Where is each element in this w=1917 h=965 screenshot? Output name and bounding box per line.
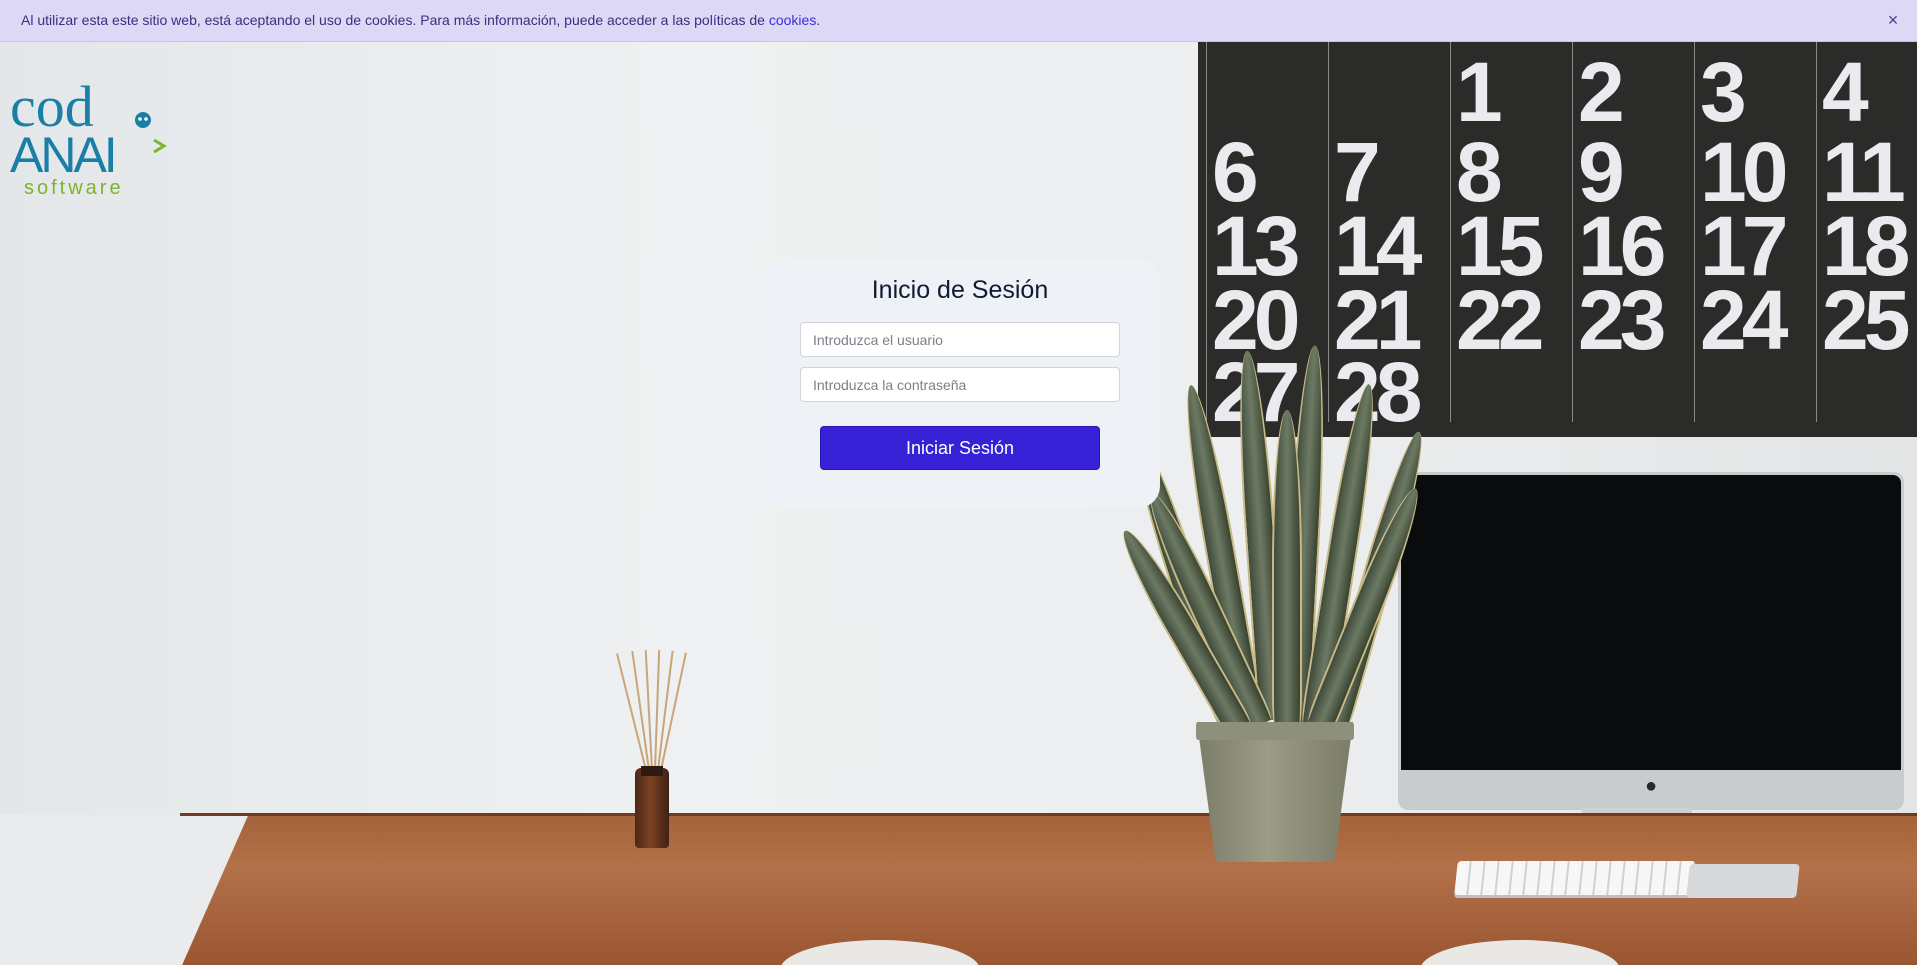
keyboard (1454, 861, 1696, 895)
logo-middle-text: ANAI (10, 127, 115, 183)
plant-pot (1197, 722, 1353, 862)
plant-pot-rim (1196, 722, 1354, 740)
logo-robot-head-icon (135, 112, 151, 128)
calendar-divider (1450, 42, 1451, 422)
cookie-message-suffix: . (816, 12, 821, 28)
codanai-logo: cod ANAI software (8, 68, 168, 199)
calendar-day: 1 (1456, 45, 1503, 139)
diffuser-cap (641, 766, 663, 776)
monitor-screen (1401, 475, 1901, 770)
logo-chevron-icon (153, 138, 167, 154)
calendar-day: 28 (1334, 345, 1422, 439)
close-icon[interactable]: × (1883, 10, 1903, 30)
cookie-message: Al utilizar esta este sitio web, está ac… (21, 12, 820, 28)
calendar-divider (1328, 42, 1329, 422)
calendar-divider (1694, 42, 1695, 422)
logo-bottom-text: software (24, 177, 124, 198)
login-card: Inicio de Sesión Iniciar Sesión (760, 259, 1160, 508)
diffuser-bottle (635, 768, 669, 848)
calendar-divider (1816, 42, 1817, 422)
trackpad (1686, 864, 1800, 898)
calendar-day: 24 (1700, 273, 1788, 367)
cookie-banner: Al utilizar esta este sitio web, está ac… (0, 0, 1917, 42)
calendar-divider (1572, 42, 1573, 422)
calendar-day: 2 (1578, 45, 1625, 139)
password-input[interactable] (800, 367, 1120, 402)
calendar-day: 4 (1822, 45, 1869, 139)
username-input[interactable] (800, 322, 1120, 357)
calendar-day: 25 (1822, 273, 1910, 367)
desk-edge (180, 813, 1917, 816)
cookies-policy-link[interactable]: cookies (769, 12, 816, 28)
apple-logo-icon: ● (1644, 775, 1658, 797)
monitor: ● (1398, 472, 1904, 810)
calendar-day: 23 (1578, 273, 1666, 367)
login-button[interactable]: Iniciar Sesión (820, 426, 1100, 470)
plant-leaf (1272, 410, 1302, 725)
cookie-message-text: Al utilizar esta este sitio web, está ac… (21, 12, 769, 28)
calendar-day: 3 (1700, 45, 1747, 139)
login-title: Inicio de Sesión (871, 276, 1049, 304)
calendar-day: 22 (1456, 273, 1544, 367)
calendar-divider (1206, 42, 1207, 422)
